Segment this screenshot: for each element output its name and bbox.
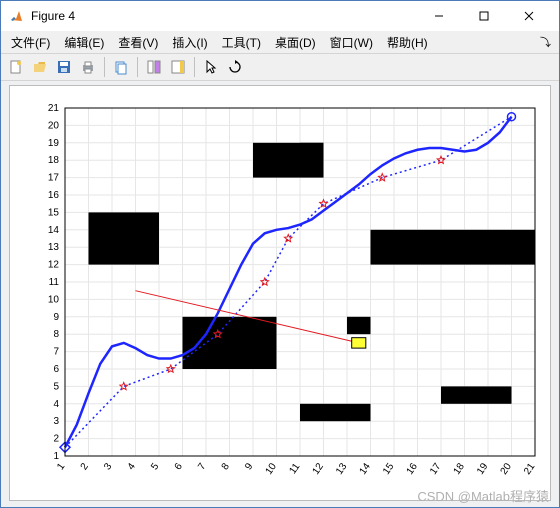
close-button[interactable] bbox=[506, 2, 551, 30]
menu-edit[interactable]: 编辑(E) bbox=[58, 32, 110, 53]
menu-desktop[interactable]: 桌面(D) bbox=[269, 32, 322, 53]
window-title: Figure 4 bbox=[31, 9, 75, 23]
svg-text:1: 1 bbox=[53, 451, 59, 462]
svg-text:2: 2 bbox=[53, 434, 59, 445]
svg-text:4: 4 bbox=[53, 399, 59, 410]
menu-file[interactable]: 文件(F) bbox=[5, 32, 56, 53]
svg-text:15: 15 bbox=[381, 461, 397, 477]
svg-text:10: 10 bbox=[48, 294, 60, 305]
svg-text:17: 17 bbox=[48, 173, 60, 184]
svg-text:8: 8 bbox=[220, 461, 232, 472]
titlebar: Figure 4 bbox=[1, 1, 559, 31]
rotate-button[interactable] bbox=[224, 56, 246, 78]
svg-text:12: 12 bbox=[48, 260, 60, 271]
open-button[interactable] bbox=[29, 56, 51, 78]
toolbar bbox=[1, 53, 559, 81]
svg-text:9: 9 bbox=[53, 312, 59, 323]
svg-text:4: 4 bbox=[126, 461, 138, 472]
svg-text:3: 3 bbox=[53, 416, 59, 427]
toolbar-separator bbox=[104, 57, 105, 77]
svg-text:9: 9 bbox=[243, 461, 255, 472]
menu-help[interactable]: 帮助(H) bbox=[381, 32, 434, 53]
titlebar-left: Figure 4 bbox=[9, 8, 75, 24]
svg-text:5: 5 bbox=[149, 461, 161, 472]
menubar: 文件(F) 编辑(E) 查看(V) 插入(I) 工具(T) 桌面(D) 窗口(W… bbox=[1, 31, 559, 53]
svg-text:8: 8 bbox=[53, 329, 59, 340]
matlab-icon bbox=[9, 8, 25, 24]
svg-text:21: 21 bbox=[522, 461, 538, 477]
svg-text:12: 12 bbox=[311, 461, 327, 477]
target-square bbox=[352, 338, 366, 348]
save-button[interactable] bbox=[53, 56, 75, 78]
svg-text:6: 6 bbox=[53, 364, 59, 375]
svg-text:19: 19 bbox=[475, 461, 491, 477]
figure-content: 1234567891011121314151617181920211234567… bbox=[1, 81, 559, 507]
svg-text:7: 7 bbox=[53, 347, 59, 358]
menu-insert[interactable]: 插入(I) bbox=[166, 32, 213, 53]
svg-text:20: 20 bbox=[499, 461, 515, 477]
svg-text:6: 6 bbox=[173, 461, 185, 472]
svg-text:13: 13 bbox=[48, 242, 60, 253]
svg-text:19: 19 bbox=[48, 138, 60, 149]
svg-text:2: 2 bbox=[79, 461, 91, 472]
svg-text:16: 16 bbox=[48, 190, 60, 201]
new-figure-button[interactable] bbox=[5, 56, 27, 78]
minimize-button[interactable] bbox=[416, 2, 461, 30]
svg-text:14: 14 bbox=[48, 225, 60, 236]
figure-window: Figure 4 文件(F) 编辑(E) 查看(V) 插入(I) 工具(T) 桌… bbox=[0, 0, 560, 508]
svg-text:21: 21 bbox=[48, 103, 60, 114]
svg-text:17: 17 bbox=[428, 461, 444, 477]
toolbar-separator bbox=[137, 57, 138, 77]
svg-text:10: 10 bbox=[264, 461, 280, 477]
svg-text:3: 3 bbox=[102, 461, 114, 472]
svg-text:18: 18 bbox=[452, 461, 468, 477]
pointer-button[interactable] bbox=[200, 56, 222, 78]
svg-text:18: 18 bbox=[48, 155, 60, 166]
svg-text:7: 7 bbox=[196, 461, 208, 472]
svg-text:15: 15 bbox=[48, 207, 60, 218]
copy-button[interactable] bbox=[110, 56, 132, 78]
window-controls bbox=[416, 2, 551, 30]
plot-svg: 1234567891011121314151617181920211234567… bbox=[10, 86, 550, 500]
svg-text:1: 1 bbox=[55, 461, 67, 472]
maximize-button[interactable] bbox=[461, 2, 506, 30]
svg-text:13: 13 bbox=[334, 461, 350, 477]
svg-text:20: 20 bbox=[48, 120, 60, 131]
menu-window[interactable]: 窗口(W) bbox=[324, 32, 379, 53]
menu-view[interactable]: 查看(V) bbox=[112, 32, 164, 53]
menu-tools[interactable]: 工具(T) bbox=[216, 32, 267, 53]
colorbar-button[interactable] bbox=[167, 56, 189, 78]
svg-text:11: 11 bbox=[49, 277, 60, 288]
svg-text:16: 16 bbox=[405, 461, 421, 477]
toolbar-separator bbox=[194, 57, 195, 77]
link-button[interactable] bbox=[143, 56, 165, 78]
print-button[interactable] bbox=[77, 56, 99, 78]
svg-text:14: 14 bbox=[358, 461, 374, 477]
menu-overflow-icon[interactable]: ⤵ bbox=[540, 34, 555, 50]
svg-text:5: 5 bbox=[53, 381, 59, 392]
svg-text:11: 11 bbox=[287, 461, 302, 476]
axes-panel[interactable]: 1234567891011121314151617181920211234567… bbox=[9, 85, 551, 501]
